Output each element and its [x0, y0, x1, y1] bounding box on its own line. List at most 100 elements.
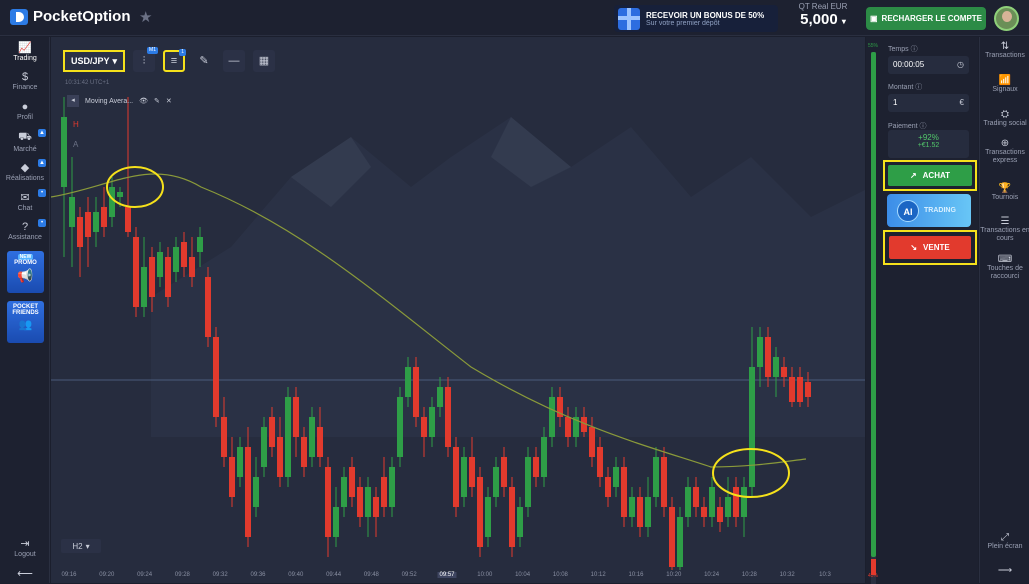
expand-arrow-icon[interactable]: ⟶: [980, 566, 1029, 576]
candle-body: [365, 487, 371, 517]
candle-body: [173, 247, 179, 272]
candle-body: [485, 497, 491, 537]
logout-button[interactable]: ⇥ Logout: [0, 537, 50, 558]
sidebar-item-tournaments[interactable]: 🏆 Tournois: [980, 184, 1029, 202]
candle-body: [717, 507, 723, 522]
time-field[interactable]: 00:00:05 ◷: [888, 56, 969, 74]
asset-pair-selector[interactable]: USD/JPY ▾: [63, 50, 125, 72]
candle-body: [541, 437, 547, 477]
x-tick-label: 09:57: [437, 572, 457, 578]
chart-type-button[interactable]: ⫶ M1: [133, 47, 158, 72]
sidebar-item-finance[interactable]: $ Finance: [0, 71, 50, 91]
candle-body: [805, 382, 811, 397]
x-tick-label: 09:52: [401, 572, 417, 578]
candlestick-chart[interactable]: HA: [51, 37, 865, 570]
notification-badge: •: [38, 219, 46, 227]
layout-button[interactable]: ▦: [253, 50, 275, 72]
candle-body: [269, 417, 275, 447]
sidebar-item-express[interactable]: ⊕ Transactions express: [980, 139, 1029, 165]
candle-body: [517, 507, 523, 537]
sidebar-item-help[interactable]: • ? Assistance: [0, 219, 50, 241]
amount-field[interactable]: 1 €: [888, 94, 969, 112]
account-selector[interactable]: QT Real EUR 5,000 ▾: [790, 2, 856, 32]
sidebar-item-trading[interactable]: 📈 Trading: [0, 41, 50, 62]
sidebar-item-label: Trading: [13, 55, 37, 62]
candle-body: [85, 212, 91, 237]
candle-body: [773, 357, 779, 377]
candle-body: [61, 117, 67, 187]
drawing-tool-button[interactable]: ✎: [193, 50, 215, 72]
chevron-down-icon: ▾: [112, 55, 118, 66]
candle-body: [181, 242, 187, 267]
sell-button[interactable]: ↘ VENTE: [883, 230, 977, 265]
indicators-button[interactable]: ≡ 1: [163, 49, 186, 72]
candle-body: [789, 377, 795, 402]
x-tick-label: 10:04: [515, 572, 531, 578]
sidebar-item-social-trading[interactable]: ⛭ Trading social: [980, 110, 1029, 128]
chevron-down-icon: ▾: [85, 541, 90, 551]
sidebar-item-label: Marché: [13, 146, 37, 153]
server-time: 10:31:42 UTC+1: [65, 80, 110, 86]
sidebar-item-label: Finance: [12, 84, 38, 91]
sidebar-item-hotkeys[interactable]: ⌨ Touches de raccourci: [980, 255, 1029, 281]
candle-body: [653, 457, 659, 497]
candle-body: [765, 337, 771, 377]
sidebar-item-achievements[interactable]: ▲ ◆ Réalisations: [0, 159, 50, 182]
collapse-arrow-icon[interactable]: ⟵: [0, 567, 50, 581]
candle-body: [157, 252, 163, 277]
recharge-button[interactable]: ▣ RECHARGER LE COMPTE: [866, 7, 986, 30]
avatar[interactable]: [994, 6, 1019, 31]
candle-body: [661, 457, 667, 507]
brand-logo[interactable]: PocketOption: [10, 8, 131, 25]
sidebar-item-label: Assistance: [8, 234, 42, 241]
recharge-label: RECHARGER LE COMPTE: [881, 14, 982, 23]
sidebar-item-profile[interactable]: ● Profil: [0, 101, 50, 121]
clock-icon[interactable]: ◷: [957, 56, 964, 74]
chart-area[interactable]: HA USD/JPY ▾ ⫶ M1 ≡ 1 ✎ — ▦ 10:31:42 UTC…: [51, 37, 865, 583]
eye-icon[interactable]: 👁: [139, 97, 148, 105]
x-tick-label: 09:32: [212, 572, 228, 578]
ai-trading-button[interactable]: AI TRADING: [887, 194, 971, 227]
x-tick-label: 09:20: [99, 572, 115, 578]
bar-chart-icon: ⫶: [142, 55, 146, 67]
fullscreen-button[interactable]: ⤢ Plein écran: [980, 533, 1029, 551]
candle-body: [469, 457, 475, 487]
sidebar-item-market[interactable]: ▲ ⛟ Marché: [0, 129, 50, 153]
sidebar-item-label: Transactions: [985, 52, 1025, 59]
buy-label: ACHAT: [922, 171, 951, 180]
sidebar-item-open-trades[interactable]: ☰ Transactions en cours: [980, 217, 1029, 243]
indicators-count-badge: 1: [179, 49, 186, 56]
x-tick-label: 09:28: [174, 572, 190, 578]
pencil-icon[interactable]: ✎: [154, 97, 160, 105]
promo-banner[interactable]: NEW PROMO 📢: [7, 251, 44, 293]
collapse-icon[interactable]: ◂: [67, 95, 79, 107]
x-tick-label: 10:3: [819, 572, 831, 578]
sidebar-item-label: Signaux: [992, 86, 1018, 93]
close-icon[interactable]: ✕: [166, 97, 172, 105]
pocket-friends-banner[interactable]: POCKET FRIENDS 👥: [7, 301, 44, 343]
candle-body: [381, 477, 387, 507]
sidebar-item-signals[interactable]: 📶 Signaux: [980, 76, 1029, 94]
x-tick-label: 10:20: [666, 572, 682, 578]
candle-body: [693, 487, 699, 507]
sidebar-item-chat[interactable]: • ✉ Chat: [0, 189, 50, 212]
candle-body: [549, 397, 555, 437]
candle-body: [405, 367, 411, 397]
favorite-star-icon[interactable]: ★: [139, 8, 152, 26]
time-field-label: Temps ⓘ: [888, 46, 918, 53]
candle-body: [261, 427, 267, 467]
buy-button[interactable]: ↗ ACHAT: [883, 160, 977, 191]
fullscreen-label: Plein écran: [987, 543, 1023, 550]
candle-body: [125, 207, 131, 232]
bonus-banner[interactable]: RECEVOIR UN BONUS DE 50% Sur votre premi…: [614, 5, 778, 32]
candle-body: [797, 377, 803, 402]
payout-percent: +92%: [918, 133, 939, 142]
candle-body: [781, 367, 787, 377]
line-tool-button[interactable]: —: [223, 50, 245, 72]
timeframe-selector[interactable]: H2 ▾: [61, 539, 101, 553]
chart-type-badge: M1: [147, 47, 158, 54]
sidebar-item-transactions[interactable]: ⇅ Transactions: [980, 42, 1029, 60]
highlight-ellipse: [106, 166, 164, 208]
currency-icon[interactable]: €: [960, 94, 964, 112]
candle-body: [509, 487, 515, 547]
